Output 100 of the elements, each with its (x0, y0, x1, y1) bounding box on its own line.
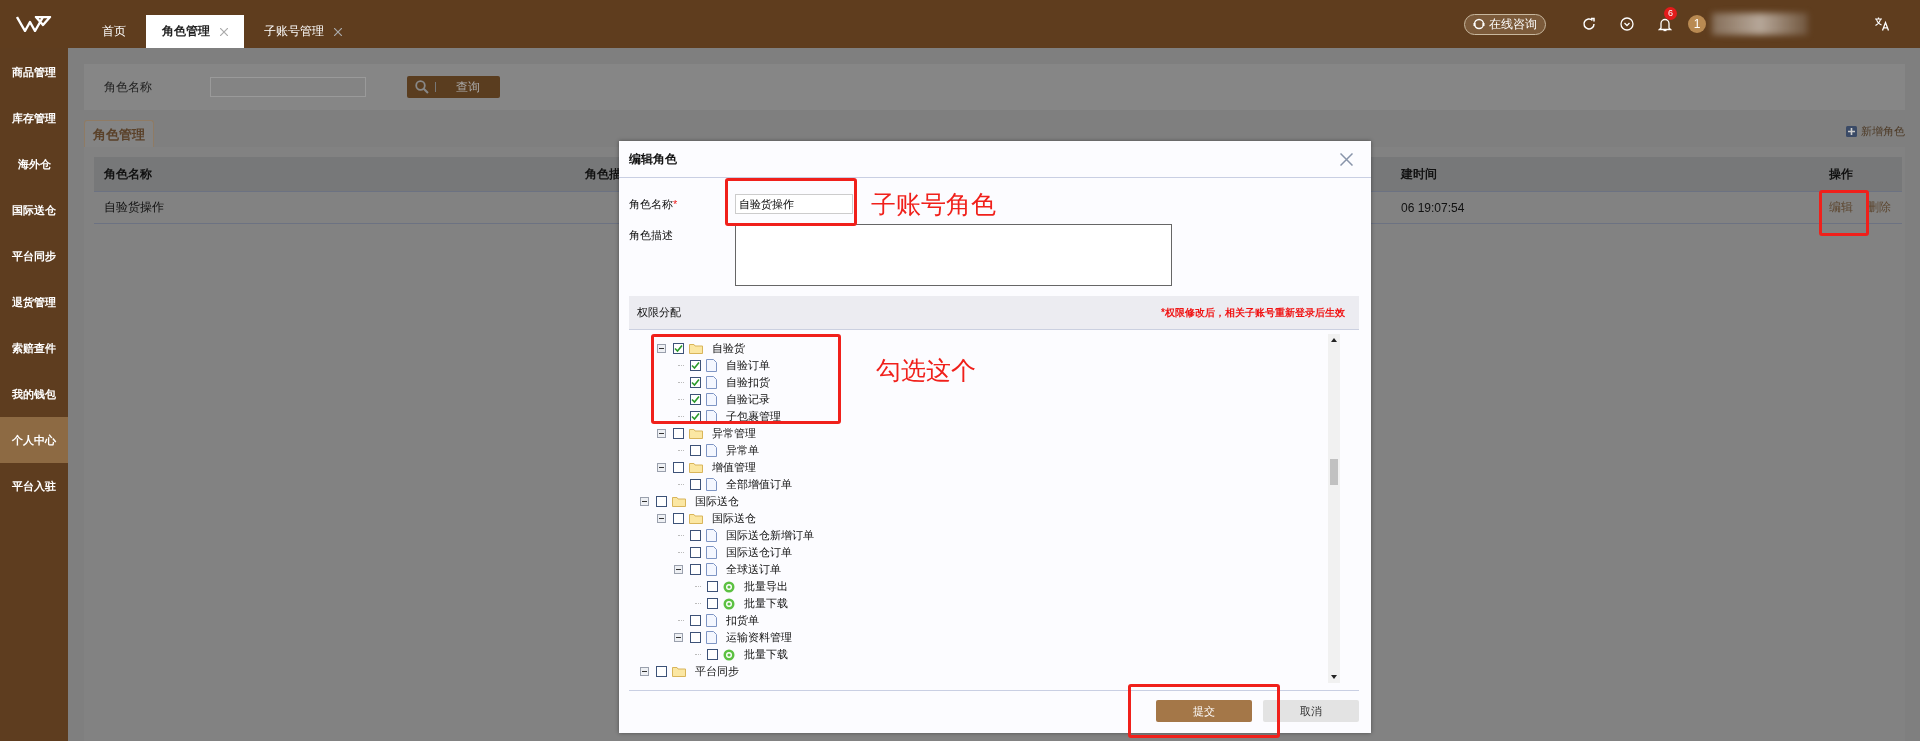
checkbox[interactable] (690, 615, 701, 626)
checkbox[interactable] (707, 581, 718, 592)
sidebar-item[interactable]: 库存管理 (0, 95, 68, 141)
checkbox[interactable] (673, 428, 684, 439)
checkbox[interactable] (690, 360, 701, 371)
role-name-field[interactable]: 自验货操作 (735, 194, 853, 214)
tree-item[interactable]: 自验记录 (726, 392, 770, 407)
checkbox[interactable] (690, 411, 701, 422)
tree-item[interactable]: 国际送仓 (712, 511, 756, 526)
table-cell-text: 06 19:07:54 (1400, 200, 1466, 215)
folder-icon (689, 462, 703, 473)
checkbox[interactable] (673, 462, 684, 473)
tree-item[interactable]: 扣货单 (726, 613, 759, 628)
collapse-toggle-icon[interactable] (656, 429, 666, 438)
bell-icon[interactable] (1658, 16, 1672, 32)
tree-item[interactable]: 自验货 (712, 341, 745, 356)
search-button[interactable]: 查询 (407, 76, 500, 98)
document-icon (706, 410, 717, 423)
scrollbar[interactable] (1328, 334, 1340, 683)
translate-icon[interactable] (1874, 17, 1890, 31)
page-tab[interactable]: 子账号管理 (248, 15, 358, 48)
checkbox[interactable] (656, 666, 667, 677)
sidebar-item[interactable]: 平台入驻 (0, 463, 68, 509)
sidebar-item[interactable]: 平台同步 (0, 233, 68, 279)
document-icon (706, 563, 717, 576)
close-icon[interactable] (1340, 152, 1353, 166)
collapse-toggle-icon[interactable] (673, 565, 683, 574)
page-tab[interactable]: 角色管理 (146, 15, 244, 48)
scroll-down-arrow-icon[interactable] (1331, 675, 1337, 679)
tree-item[interactable]: 自验订单 (726, 358, 770, 373)
checkbox[interactable] (673, 343, 684, 354)
folder-icon (689, 428, 703, 439)
checkbox[interactable] (690, 394, 701, 405)
tree-item[interactable]: 平台同步 (695, 664, 739, 679)
tree-item[interactable]: 国际送仓 (695, 494, 739, 509)
checkbox[interactable] (673, 513, 684, 524)
sidebar-item[interactable]: 海外仓 (0, 141, 68, 187)
logo-icon (16, 16, 52, 32)
checkbox[interactable] (656, 496, 667, 507)
sidebar-item[interactable]: 退货管理 (0, 279, 68, 325)
collapse-toggle-icon[interactable] (656, 344, 666, 353)
submit-button[interactable]: 提交 (1156, 700, 1252, 722)
scrollbar-thumb[interactable] (1330, 459, 1338, 485)
annotation-text: 子账号角色 (871, 188, 996, 220)
collapse-toggle-icon[interactable] (656, 463, 666, 472)
cancel-button[interactable]: 取消 (1263, 700, 1359, 722)
checkbox[interactable] (690, 445, 701, 456)
checkbox[interactable] (707, 598, 718, 609)
refresh-icon[interactable] (1582, 17, 1596, 31)
tree-item[interactable]: 全球送订单 (726, 562, 781, 577)
tree-item[interactable]: 批量下载 (744, 647, 788, 662)
close-icon[interactable] (334, 27, 342, 36)
tree-item[interactable]: 自验扣货 (726, 375, 770, 390)
field-label: 角色名称* (629, 196, 679, 212)
tree-item[interactable]: 批量导出 (744, 579, 788, 594)
tree-item[interactable]: 增值管理 (712, 460, 756, 475)
collapse-toggle-icon[interactable] (639, 497, 649, 506)
action-icon (723, 580, 735, 593)
folder-icon (672, 496, 686, 507)
sidebar-item[interactable]: 个人中心 (0, 417, 68, 463)
folder-icon (672, 666, 686, 677)
sidebar-item[interactable]: 索赔查件 (0, 325, 68, 371)
tree-item[interactable]: 批量下载 (744, 596, 788, 611)
document-icon (706, 478, 717, 491)
checkbox[interactable] (690, 377, 701, 388)
table-cell-text: 自验货操作 (103, 199, 165, 216)
plus-icon (1846, 126, 1857, 137)
checkbox[interactable] (690, 530, 701, 541)
collapse-toggle-icon[interactable] (656, 514, 666, 523)
online-consult-button[interactable]: 在线咨询 (1464, 13, 1546, 35)
sidebar-item[interactable]: 国际送仓 (0, 187, 68, 233)
annotation-text: 勾选这个 (876, 355, 976, 386)
document-icon (706, 631, 717, 644)
chevron-circle-icon[interactable] (1620, 17, 1634, 31)
sidebar-item[interactable]: 我的钱包 (0, 371, 68, 417)
checkbox[interactable] (690, 564, 701, 575)
page-tab[interactable]: 首页 (86, 15, 142, 48)
checkbox[interactable] (690, 479, 701, 490)
headset-icon (1473, 18, 1485, 30)
folder-icon (689, 343, 703, 354)
checkbox[interactable] (690, 632, 701, 643)
tree-item[interactable]: 运输资料管理 (726, 630, 792, 645)
tree-item[interactable]: 全部增值订单 (726, 477, 792, 492)
tree-item[interactable]: 异常单 (726, 443, 759, 458)
tree-item[interactable]: 子包裹管理 (726, 409, 781, 424)
sidebar-item[interactable]: 商品管理 (0, 49, 68, 95)
collapse-toggle-icon[interactable] (673, 633, 683, 642)
document-icon (706, 614, 717, 627)
collapse-toggle-icon[interactable] (639, 667, 649, 676)
checkbox[interactable] (707, 649, 718, 660)
tree-item[interactable]: 国际送仓订单 (726, 545, 792, 560)
tree-item[interactable]: 异常管理 (712, 426, 756, 441)
document-icon (706, 444, 717, 457)
checkbox[interactable] (690, 547, 701, 558)
role-description-field[interactable] (735, 224, 1172, 286)
column-header: 操作 (1828, 165, 1854, 183)
search-icon (415, 80, 429, 94)
action-icon (723, 648, 735, 661)
scroll-up-arrow-icon[interactable] (1331, 338, 1337, 342)
tree-item[interactable]: 国际送仓新增订单 (726, 528, 814, 543)
